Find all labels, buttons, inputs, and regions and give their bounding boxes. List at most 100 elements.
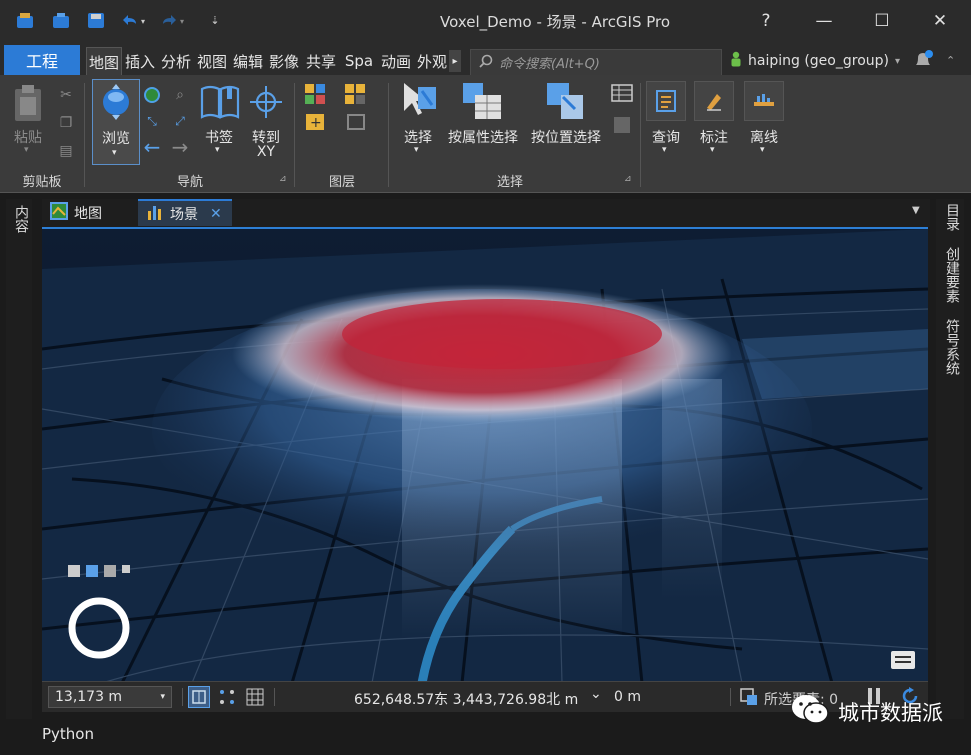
undo-icon[interactable]: ▾ xyxy=(118,10,150,30)
scale-selector[interactable]: 13,173 m ▾ xyxy=(48,686,172,708)
navigator-toggle-icon[interactable] xyxy=(122,565,130,573)
paste-button[interactable] xyxy=(10,83,46,129)
ribbon: 粘贴 ▾ ✂ ❐ ▤ 剪贴板 浏览 ▾ ⌕ ⤡ ⤢ ← → 书签 ▾ 转到 XY… xyxy=(0,75,971,193)
attributes-icon[interactable] xyxy=(610,83,634,107)
symbology-pane-tab[interactable]: 符号系统 xyxy=(942,319,962,375)
tab-map-view[interactable]: 地图 xyxy=(42,199,136,226)
offline-dropdown-icon[interactable]: ▾ xyxy=(760,145,765,155)
catalog-pane-tab[interactable]: 目录 xyxy=(942,203,962,231)
map-icon xyxy=(50,201,68,224)
grid-icon[interactable] xyxy=(246,688,264,710)
select-by-attributes-button[interactable] xyxy=(461,81,503,127)
navigator-up-icon[interactable] xyxy=(68,565,80,577)
explore-label: 浏览 xyxy=(102,131,130,147)
tab-animation[interactable]: 动画 xyxy=(380,47,412,75)
label-button[interactable] xyxy=(694,81,734,121)
explore-dropdown-icon[interactable]: ▾ xyxy=(112,148,117,158)
view-tabs: 地图 场景 ✕ ▼ xyxy=(42,199,930,227)
tab-analysis[interactable]: 分析 xyxy=(160,47,192,75)
tab-appearance[interactable]: 外观 xyxy=(416,47,448,75)
next-extent-icon[interactable]: → xyxy=(170,135,190,159)
scale-dropdown-icon: ▾ xyxy=(160,692,165,702)
tab-list-dropdown-icon[interactable]: ▼ xyxy=(912,205,920,216)
svg-text:+: + xyxy=(310,115,322,131)
svg-text:▾: ▾ xyxy=(141,17,145,26)
tab-spatial[interactable]: Spa xyxy=(342,47,376,75)
query-button[interactable] xyxy=(646,81,686,121)
user-account[interactable]: haiping (geo_group) ▾ xyxy=(730,51,900,71)
contents-pane-tab[interactable]: 内容 xyxy=(11,205,31,233)
bookmarks-button[interactable] xyxy=(198,81,242,125)
basemap-icon[interactable] xyxy=(304,83,330,109)
close-button[interactable]: ✕ xyxy=(920,6,960,36)
clear-selection-icon[interactable] xyxy=(612,115,632,139)
select-button[interactable] xyxy=(400,81,440,127)
explore-button[interactable]: 浏览 ▾ xyxy=(92,79,140,165)
group-selection-label: 选择 xyxy=(496,175,523,190)
snapping-icon[interactable] xyxy=(188,686,210,708)
select-by-location-button[interactable] xyxy=(545,81,587,127)
redo-icon[interactable]: ▾ xyxy=(157,10,189,30)
tab-project[interactable]: 工程 xyxy=(4,45,80,75)
previous-extent-icon[interactable]: ← xyxy=(142,135,162,159)
command-search-input[interactable]: 命令搜索(Alt+Q) xyxy=(470,49,722,76)
open-project-icon[interactable] xyxy=(50,10,72,30)
separator xyxy=(388,83,389,187)
add-preset-icon[interactable]: + xyxy=(304,111,330,137)
watermark: 城市数据派 xyxy=(790,692,943,731)
scale-value: 13,173 m xyxy=(55,689,123,705)
fixed-zoom-out-icon[interactable]: ⤢ xyxy=(170,111,190,131)
maximize-button[interactable]: ☐ xyxy=(862,6,902,36)
new-project-icon[interactable] xyxy=(14,10,36,30)
copy-icon[interactable]: ❐ xyxy=(56,113,76,133)
coordinate-format-dropdown-icon[interactable]: ⌄ xyxy=(590,686,602,702)
label-dropdown-icon[interactable]: ▾ xyxy=(710,145,715,155)
tab-scene-view[interactable]: 场景 ✕ xyxy=(138,199,232,226)
help-button[interactable]: ? xyxy=(746,6,786,36)
navigator-orbit-icon[interactable] xyxy=(86,565,98,577)
add-data-icon[interactable] xyxy=(344,83,370,109)
fixed-zoom-in-icon[interactable]: ⤡ xyxy=(142,111,162,131)
tab-insert[interactable]: 插入 xyxy=(124,47,156,75)
bookmarks-label: 书签 xyxy=(205,130,233,146)
minimize-button[interactable]: — xyxy=(804,6,844,36)
cut-icon[interactable]: ✂ xyxy=(56,85,76,105)
paste-dropdown-icon[interactable]: ▾ xyxy=(24,145,29,155)
tab-map[interactable]: 地图 xyxy=(86,47,122,76)
add-graphics-layer-icon[interactable] xyxy=(346,111,368,137)
tab-view[interactable]: 视图 xyxy=(196,47,228,75)
goto-xy-button[interactable] xyxy=(248,83,284,125)
label-label: 标注 xyxy=(700,130,728,146)
user-icon xyxy=(730,51,742,71)
tab-scroll-right[interactable]: ▸ xyxy=(449,50,461,72)
voxel-scene-canvas xyxy=(42,229,928,683)
zoom-to-selection-icon[interactable]: ⌕ xyxy=(170,85,190,105)
save-project-icon[interactable] xyxy=(85,10,107,30)
notification-icon[interactable] xyxy=(912,49,934,75)
navigate-launcher-icon[interactable]: ⊿ xyxy=(279,174,287,184)
tab-scene-view-label: 场景 xyxy=(170,206,198,223)
query-dropdown-icon[interactable]: ▾ xyxy=(662,145,667,155)
offline-button[interactable] xyxy=(744,81,784,121)
python-pane-tab[interactable]: Python xyxy=(42,725,94,743)
grid-snapping-icon[interactable] xyxy=(218,688,236,710)
create-features-pane-tab[interactable]: 创建要素 xyxy=(942,247,962,303)
select-dropdown-icon[interactable]: ▾ xyxy=(414,145,419,155)
bookmarks-dropdown-icon[interactable]: ▾ xyxy=(215,145,220,155)
full-extent-icon[interactable] xyxy=(142,85,162,105)
customize-toolbar-icon[interactable]: ⇣ xyxy=(204,10,226,30)
navigator-mini-controls xyxy=(68,565,130,577)
ribbon-collapse-icon[interactable]: ⌃ xyxy=(946,54,955,67)
copy-path-icon[interactable]: ▤ xyxy=(56,141,76,161)
tab-imagery[interactable]: 影像 xyxy=(268,47,300,75)
elevation-readout: 0 m xyxy=(614,689,641,705)
selection-launcher-icon[interactable]: ⊿ xyxy=(624,174,632,184)
tab-share[interactable]: 共享 xyxy=(304,47,338,75)
attribution-icon[interactable] xyxy=(890,649,916,675)
navigator-walk-icon[interactable] xyxy=(104,565,116,577)
scene-view[interactable] xyxy=(42,227,928,683)
close-scene-tab-icon[interactable]: ✕ xyxy=(210,206,222,222)
navigator-control[interactable] xyxy=(66,595,132,665)
tab-edit[interactable]: 编辑 xyxy=(232,47,264,75)
group-navigate-label: 导航 xyxy=(176,175,203,190)
